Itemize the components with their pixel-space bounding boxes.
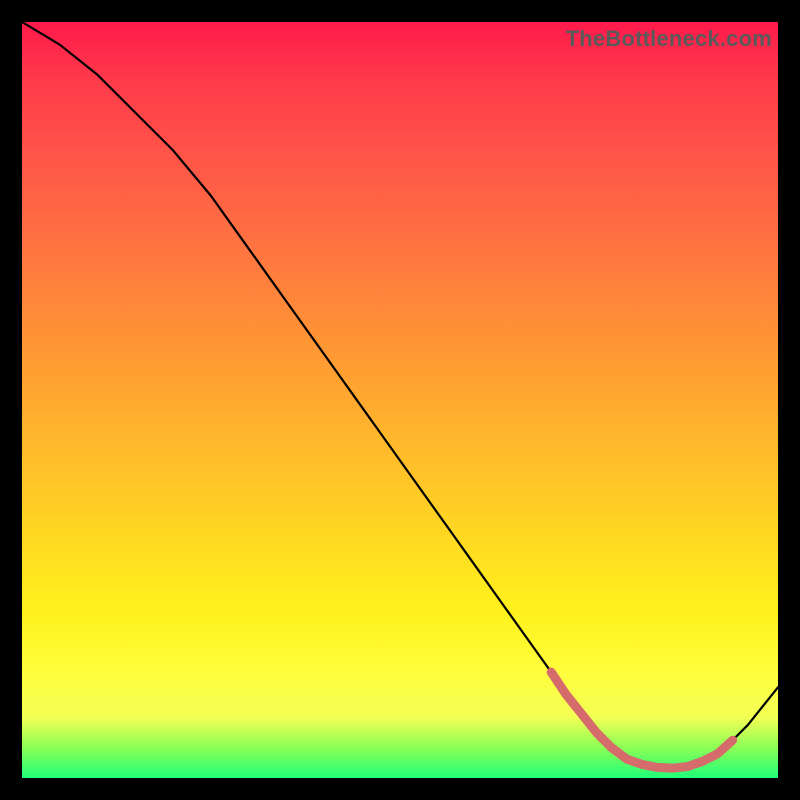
- chart-plot-area: TheBottleneck.com: [22, 22, 778, 778]
- chart-frame: TheBottleneck.com: [0, 0, 800, 800]
- fit-highlight-path: [551, 672, 732, 768]
- chart-svg: [22, 22, 778, 778]
- bottleneck-curve-path: [22, 22, 778, 768]
